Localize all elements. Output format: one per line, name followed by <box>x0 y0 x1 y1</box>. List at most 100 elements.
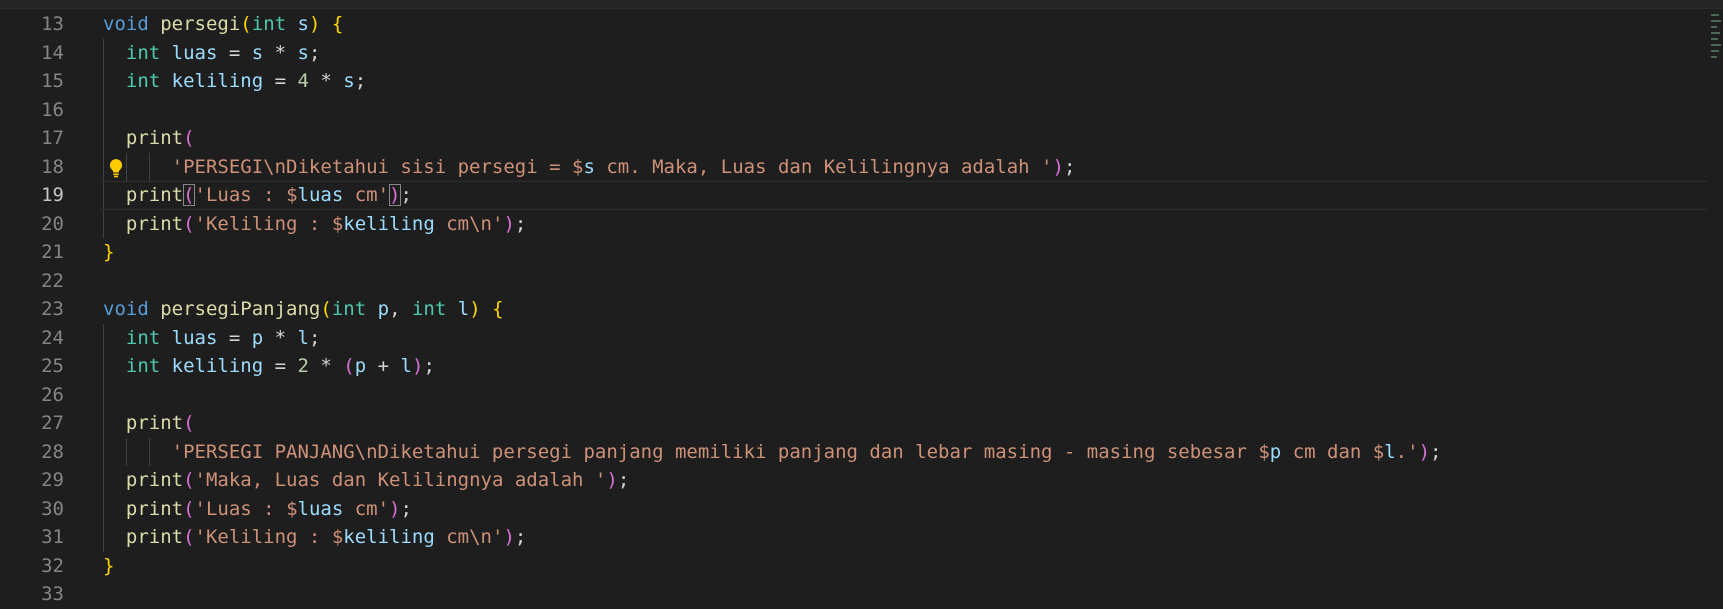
code-text[interactable]: int keliling = 4 * s; <box>103 67 366 96</box>
code-token: ; <box>514 526 527 548</box>
code-editor[interactable]: 13 void persegi(int s) {14 int luas = s *… <box>0 0 1723 609</box>
code-line[interactable]: 25 int keliling = 2 * (p + l); <box>0 352 1723 381</box>
code-token: keliling <box>343 212 435 235</box>
code-line[interactable]: 13 void persegi(int s) { <box>0 10 1723 39</box>
code-line[interactable]: 19 print('Luas : $luas cm'); <box>0 181 1723 210</box>
code-token: = <box>263 355 298 377</box>
code-text[interactable]: print('Keliling : $keliling cm\n'); <box>103 210 526 239</box>
code-text[interactable]: print( <box>103 124 195 153</box>
code-line[interactable]: 26 <box>0 380 1723 409</box>
code-token: keliling <box>343 526 435 548</box>
code-token: 4 <box>297 70 309 92</box>
line-number: 16 <box>41 98 64 121</box>
code-token: l <box>297 326 309 349</box>
code-token: l <box>1384 440 1396 463</box>
code-token: ) <box>606 469 618 491</box>
code-text[interactable]: print('Maka, Luas dan Kelilingnya adalah… <box>103 466 629 495</box>
code-line[interactable]: 15 int keliling = 4 * s; <box>0 67 1723 96</box>
line-number: 27 <box>41 412 64 434</box>
code-line[interactable]: 23 void persegiPanjang(int p, int l) { <box>0 295 1723 324</box>
line-number: 13 <box>41 13 64 35</box>
code-text[interactable]: 'PERSEGI PANJANG\nDiketahui persegi panj… <box>103 438 1442 467</box>
code-text[interactable]: print( <box>103 409 195 438</box>
code-text[interactable]: int luas = p * l; <box>103 324 321 353</box>
code-line[interactable]: 31 print('Keliling : $keliling cm\n'); <box>0 523 1723 552</box>
code-token: s <box>297 13 309 35</box>
code-token: p <box>377 298 390 320</box>
code-text[interactable]: void persegi(int s) { <box>103 10 343 39</box>
code-line[interactable]: 28 'PERSEGI PANJANG\nDiketahui persegi p… <box>0 437 1723 467</box>
code-token: ( <box>343 355 355 377</box>
code-token: { <box>492 298 504 320</box>
code-token: print <box>125 469 184 491</box>
code-token: } <box>103 241 115 263</box>
code-token: ) <box>389 497 401 520</box>
indent-guide <box>103 380 104 409</box>
code-token: luas <box>297 497 344 520</box>
code-line[interactable]: 14 int luas = s * s; <box>0 38 1723 68</box>
code-token: 'Keliling : <box>194 212 332 235</box>
code-line[interactable]: 16 <box>0 95 1723 124</box>
code-line[interactable]: 22 <box>0 267 1723 296</box>
code-text[interactable]: print('Keliling : $keliling cm\n'); <box>103 523 526 552</box>
code-text[interactable]: print('Luas : $luas cm'); <box>103 181 412 210</box>
line-number: 33 <box>41 583 64 605</box>
code-token: void <box>103 13 149 35</box>
line-number: 17 <box>41 127 64 149</box>
code-line[interactable]: 18 'PERSEGI\nDiketahui sisi persegi = $s… <box>0 152 1723 182</box>
code-token: ; <box>400 184 412 206</box>
code-token: cm\n' <box>434 212 504 235</box>
line-number: 20 <box>41 212 64 235</box>
code-text[interactable]: void persegiPanjang(int p, int l) { <box>103 295 504 324</box>
code-line[interactable]: 17 print( <box>0 124 1723 153</box>
code-text[interactable]: int keliling = 2 * (p + l); <box>103 352 435 381</box>
code-token: print <box>125 184 184 206</box>
code-text[interactable]: 'PERSEGI\nDiketahui sisi persegi = $s cm… <box>103 153 1076 182</box>
code-token: .' <box>1395 440 1419 463</box>
code-token: ) <box>411 355 424 377</box>
code-line[interactable]: 30 print('Luas : $luas cm'); <box>0 494 1723 524</box>
code-line[interactable]: 29 print('Maka, Luas dan Kelilingnya ada… <box>0 466 1723 495</box>
code-token: $ <box>286 184 298 206</box>
minimap-line <box>1711 38 1718 40</box>
code-token: ( <box>183 412 195 434</box>
code-text[interactable]: } <box>103 238 114 267</box>
code-token: ; <box>617 469 630 491</box>
code-token: 'Maka, Luas dan Kelilingnya adalah ' <box>194 469 607 491</box>
code-token: print <box>125 526 184 548</box>
code-lines[interactable]: 13 void persegi(int s) {14 int luas = s *… <box>0 10 1723 609</box>
minimap-line <box>1711 32 1720 34</box>
code-line[interactable]: 32} <box>0 552 1723 581</box>
code-token: int <box>331 298 367 320</box>
code-line[interactable]: 24 int luas = p * l; <box>0 323 1723 353</box>
line-number: 23 <box>41 298 64 320</box>
code-token: , <box>389 298 412 320</box>
code-line[interactable]: 20 print('Keliling : $keliling cm\n'); <box>0 209 1723 239</box>
code-line[interactable]: 27 print( <box>0 409 1723 438</box>
code-text[interactable]: int luas = s * s; <box>103 39 321 68</box>
line-number: 30 <box>41 497 64 520</box>
code-token: ) <box>1052 155 1064 178</box>
code-line[interactable]: 33 <box>0 580 1723 609</box>
code-line[interactable]: 21} <box>0 238 1723 267</box>
code-token: ) <box>469 298 481 320</box>
code-token: 'Luas : <box>194 184 287 206</box>
code-token: $ <box>572 155 584 178</box>
code-text[interactable]: print('Luas : $luas cm'); <box>103 495 412 524</box>
code-token: $ <box>286 497 298 520</box>
code-token: 'Keliling : <box>194 526 332 548</box>
code-text[interactable]: } <box>103 552 114 581</box>
code-token: * <box>263 41 298 64</box>
code-token: s <box>251 41 264 64</box>
minimap[interactable] <box>1709 10 1723 70</box>
code-token: ( <box>240 13 252 35</box>
